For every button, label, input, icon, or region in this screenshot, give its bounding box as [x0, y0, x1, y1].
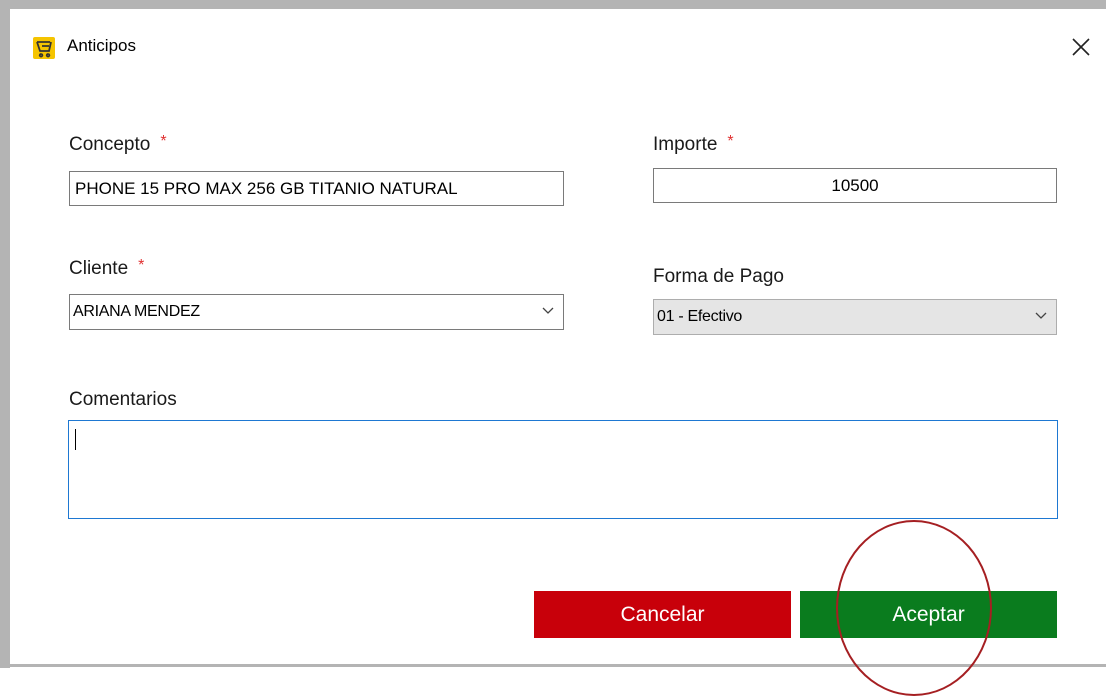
dialog-window: Anticipos Concepto * Importe * Cliente * AR… — [10, 9, 1106, 664]
comentarios-label: Comentarios — [69, 389, 177, 410]
window-frame-left — [0, 0, 10, 668]
importe-label-text: Importe — [653, 134, 718, 155]
cancel-button[interactable]: Cancelar — [534, 591, 791, 638]
close-icon[interactable] — [1068, 34, 1094, 60]
required-mark: * — [160, 133, 167, 150]
required-mark: * — [727, 133, 734, 150]
cliente-label: Cliente * — [69, 257, 145, 280]
concepto-label: Concepto * — [69, 133, 167, 156]
forma-pago-select[interactable]: 01 - Efectivo — [653, 299, 1057, 335]
title-bar: Anticipos — [10, 9, 1106, 81]
concepto-label-text: Concepto — [69, 134, 151, 155]
comentarios-textarea[interactable] — [68, 420, 1058, 519]
cash-register-icon — [33, 37, 55, 59]
importe-input[interactable] — [653, 168, 1057, 203]
cliente-select[interactable]: ARIANA MENDEZ — [69, 294, 564, 330]
accept-button[interactable]: Aceptar — [800, 591, 1057, 638]
required-mark: * — [138, 257, 145, 274]
concepto-input[interactable] — [69, 171, 564, 206]
chevron-down-icon[interactable] — [541, 303, 555, 317]
cliente-selected-value: ARIANA MENDEZ — [73, 303, 200, 320]
cliente-label-text: Cliente — [69, 258, 129, 279]
forma-pago-selected-value: 01 - Efectivo — [657, 308, 743, 325]
window-frame-top — [0, 0, 1106, 9]
window-title: Anticipos — [67, 36, 136, 55]
chevron-down-icon[interactable] — [1034, 308, 1048, 322]
window-frame-bottom — [0, 664, 1106, 667]
text-caret — [75, 429, 76, 450]
forma-pago-label: Forma de Pago — [653, 266, 784, 287]
importe-label: Importe * — [653, 133, 734, 156]
